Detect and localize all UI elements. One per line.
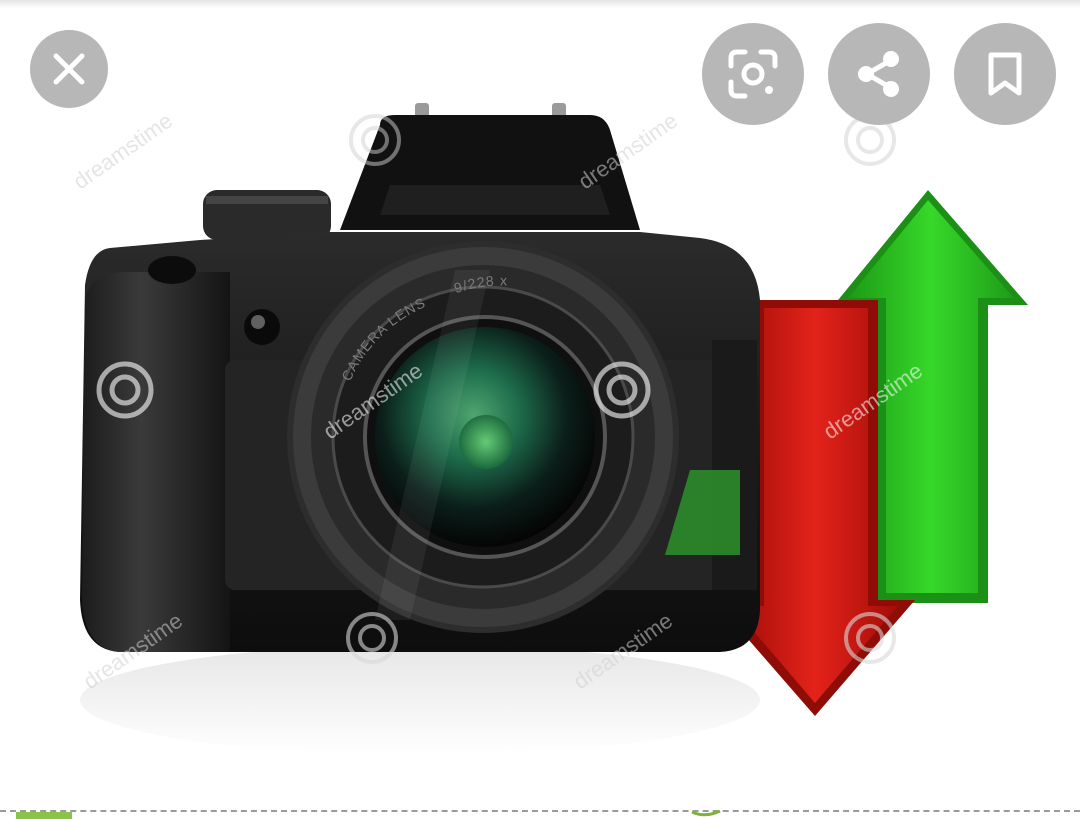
bookmark-icon (988, 52, 1022, 96)
bookmark-button[interactable] (954, 23, 1056, 125)
next-item-thumbnail[interactable] (16, 812, 72, 819)
content-divider (0, 810, 1080, 812)
share-button[interactable] (828, 23, 930, 125)
close-icon (53, 53, 85, 85)
camera-upload-download-image[interactable]: CAMERA LENS 9/228 x dreamstime dreamstim… (0, 80, 1080, 800)
google-lens-button[interactable] (702, 23, 804, 125)
close-button[interactable] (30, 30, 108, 108)
status-bar-shadow (0, 0, 1080, 8)
floor-reflection (80, 645, 760, 755)
next-item-graphic (691, 810, 721, 817)
share-icon (858, 51, 899, 97)
google-lens-icon (728, 49, 778, 99)
svg-text:dreamstime: dreamstime (69, 108, 177, 194)
